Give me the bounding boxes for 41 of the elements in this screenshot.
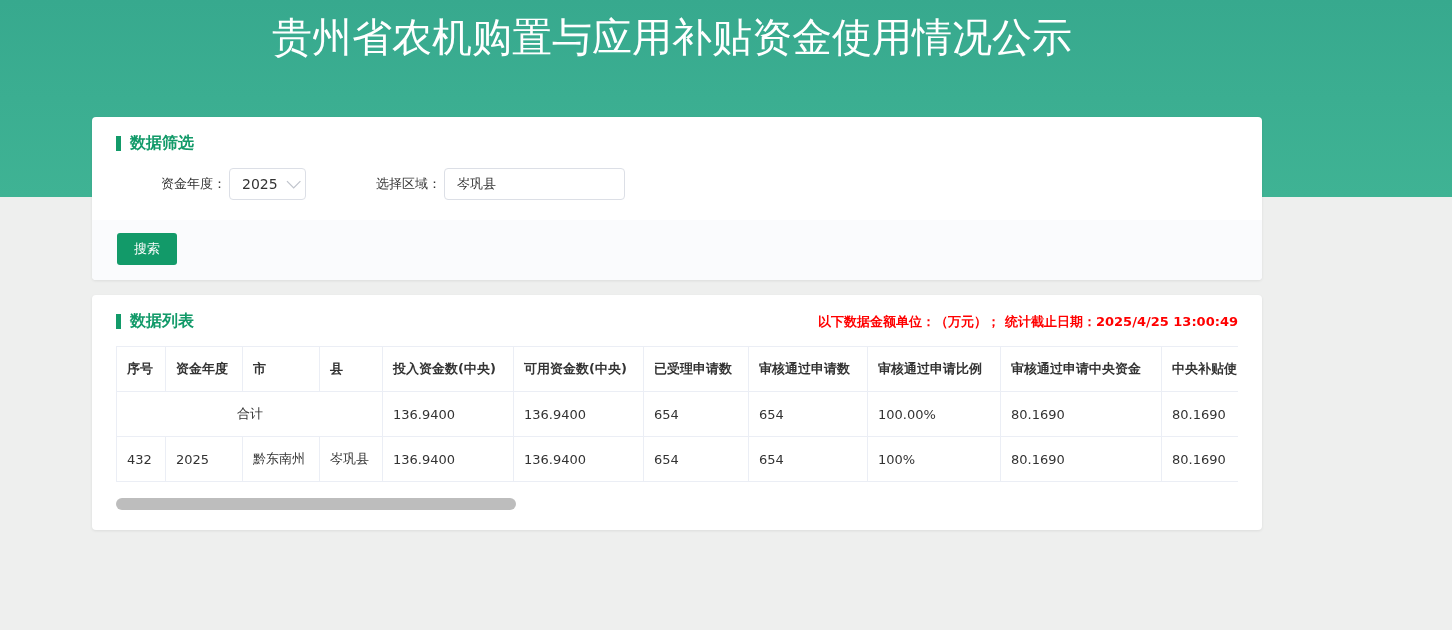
chevron-down-icon [285,179,301,189]
table-cell: 136.9400 [513,391,644,437]
column-header: 资金年度 [165,346,243,392]
table-cell: 黔东南州 [242,436,320,482]
section-title: 数据列表 [130,311,194,332]
table-cell: 136.9400 [382,391,514,437]
page-title: 贵州省农机购置与应用补贴资金使用情况公示 [271,13,1073,62]
table-cell: 654 [748,391,868,437]
search-button[interactable]: 搜索 [117,233,177,265]
column-header: 投入资金数(中央) [382,346,514,392]
region-field[interactable]: 岑巩县 [444,168,625,200]
table-cell: 80.1690 [1000,436,1162,482]
section-marker [116,314,121,329]
section-marker [116,136,121,151]
notice-text: 以下数据金额单位：（万元）； 统计截止日期：2025/4/25 13:00:49 [818,312,1238,331]
table-cell: 岑巩县 [319,436,383,482]
column-header: 县 [319,346,383,392]
table-cell: 432 [116,436,166,482]
table-cell: 654 [643,391,749,437]
table-cell: 654 [748,436,868,482]
column-header: 审核通过申请中央资金 [1000,346,1162,392]
table-cell: 136.9400 [382,436,514,482]
column-header: 已受理申请数 [643,346,749,392]
field-label: 选择区域： [376,175,441,193]
column-header: 审核通过申请数 [748,346,868,392]
table-cell: 100% [867,436,1001,482]
table-cell: 136.9400 [513,436,644,482]
table-cell: 80.1690 [1000,391,1162,437]
column-header: 序号 [116,346,166,392]
column-header: 市 [242,346,320,392]
scrollbar-thumb[interactable] [116,498,516,510]
column-header: 可用资金数(中央) [513,346,644,392]
column-header: 审核通过申请比例 [867,346,1001,392]
table-cell: 2025 [165,436,243,482]
section-title: 数据筛选 [130,133,194,154]
total-label: 合计 [116,391,383,437]
column-header: 中央补贴使 [1161,346,1238,392]
field-label: 资金年度： [161,175,226,193]
table-cell: 654 [643,436,749,482]
year-select[interactable]: 2025 [229,168,306,200]
table-cell: 100.00% [867,391,1001,437]
